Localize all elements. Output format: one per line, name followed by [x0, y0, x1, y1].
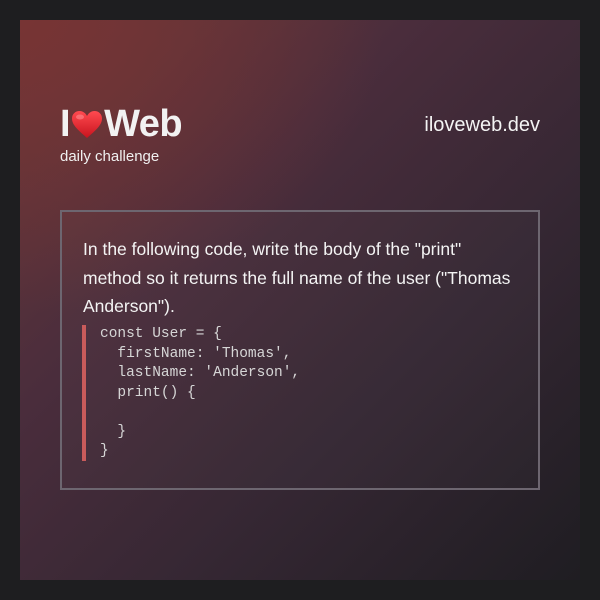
brand-logo: I Web — [60, 103, 183, 145]
heart-icon — [71, 104, 103, 144]
challenge-card: I Web daily challenge iloveweb.dev In th… — [20, 20, 580, 580]
code-line: print() { — [100, 384, 196, 401]
code-line: } — [100, 423, 127, 440]
site-url: iloveweb.dev — [424, 114, 540, 136]
logo-word-web: Web — [104, 103, 183, 145]
brand-subtitle: daily challenge — [60, 148, 160, 165]
code-line: const User = { — [100, 326, 222, 342]
challenge-question: In the following code, write the body of… — [83, 239, 511, 316]
challenge-box: In the following code, write the body of… — [60, 210, 540, 490]
code-block: const User = { firstName: 'Thomas', last… — [82, 325, 526, 461]
code-line: lastName: 'Anderson', — [100, 365, 301, 381]
logo-letter-i: I — [60, 103, 71, 145]
code-line: } — [100, 443, 109, 459]
code-line: firstName: 'Thomas', — [100, 345, 292, 362]
